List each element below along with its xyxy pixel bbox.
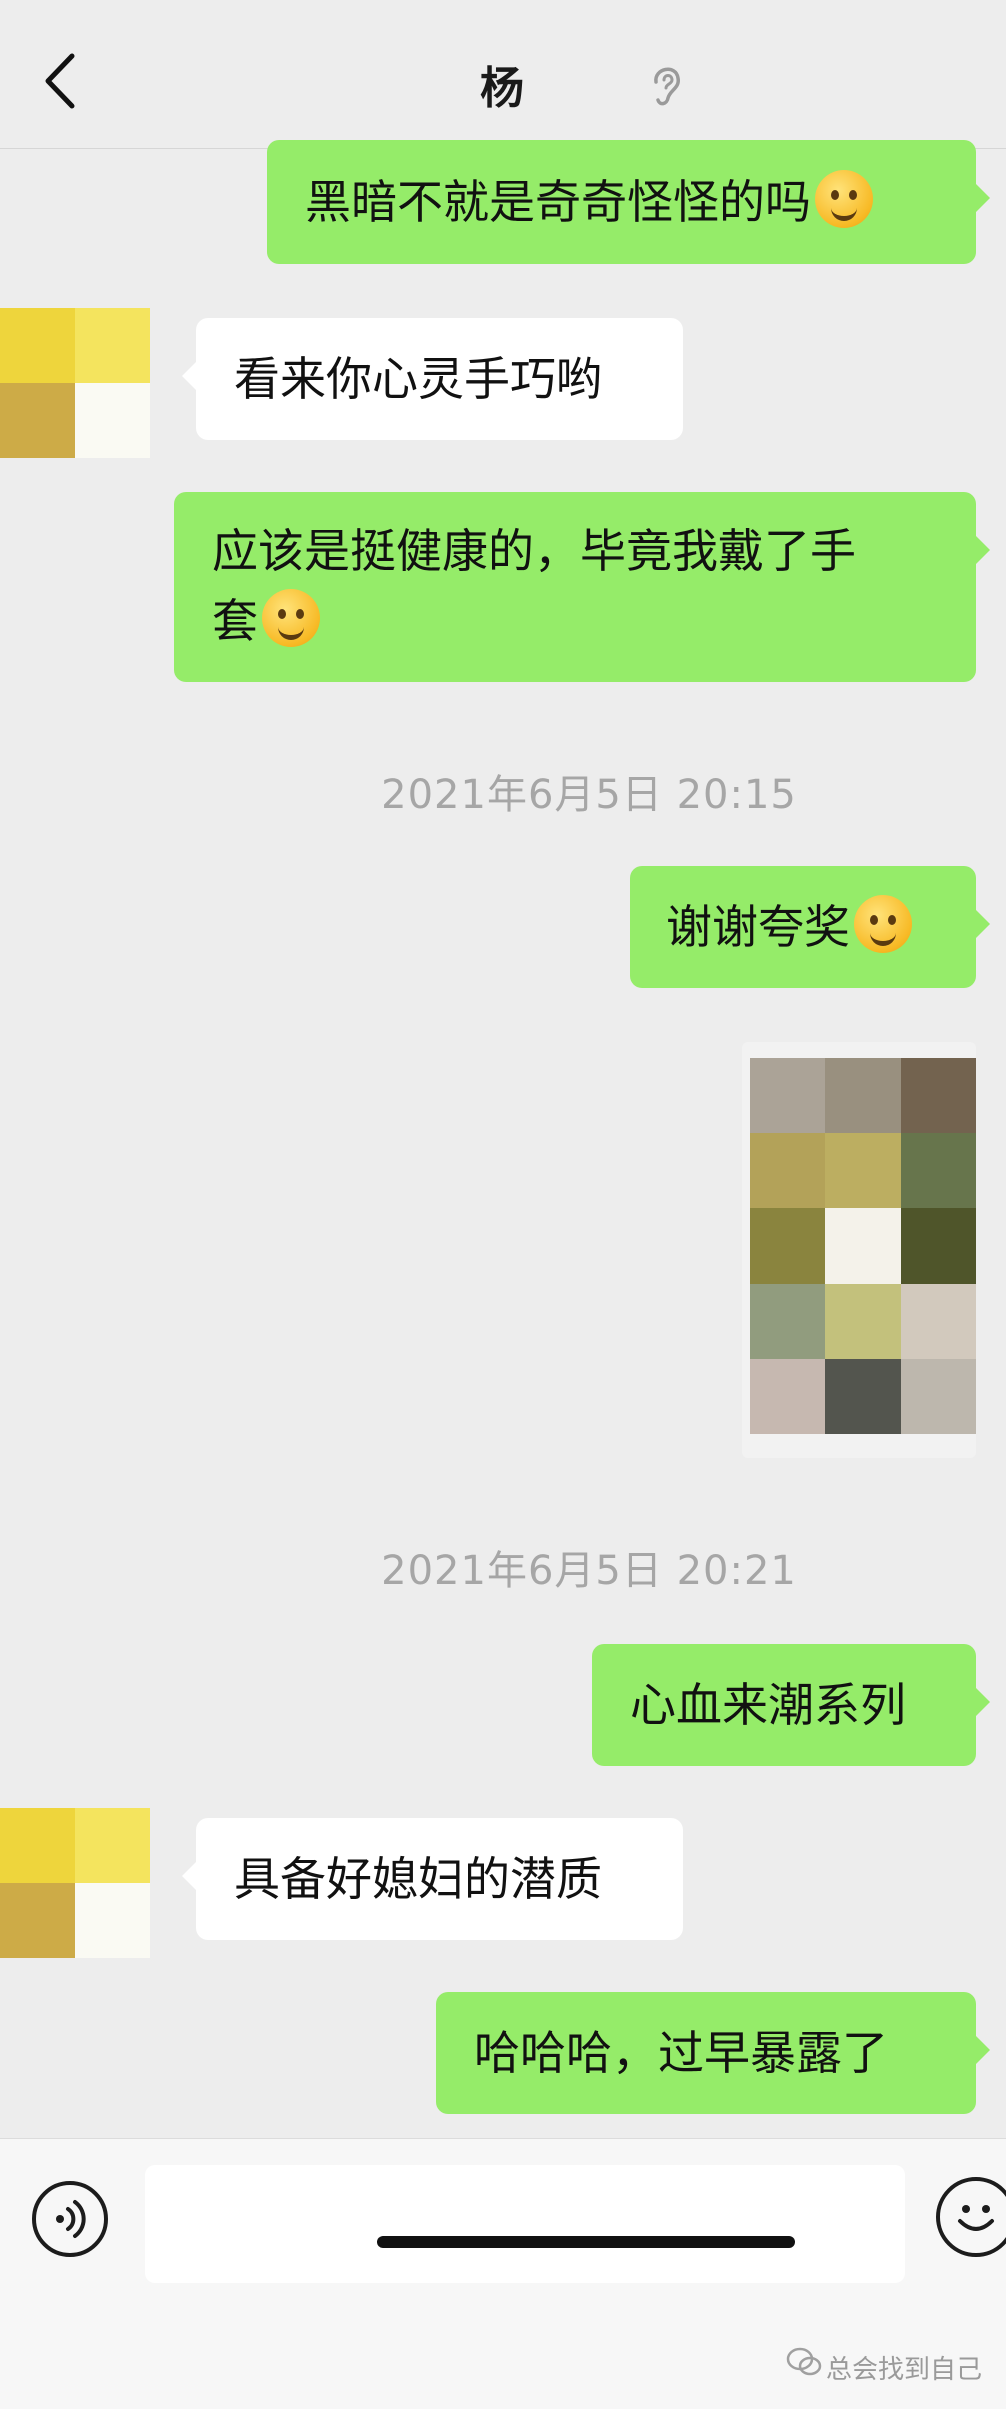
timestamp: 2021年6月5日 20:15: [381, 772, 797, 818]
message-bubble-received[interactable]: 具备好媳妇的潜质: [182, 1818, 683, 1940]
emoji-icon: [958, 2205, 994, 2231]
message-text: 哈哈哈，过早暴露了: [474, 2026, 888, 2080]
tears-of-joy-emoji-icon: [815, 170, 873, 228]
message-text: 心血来潮系列: [630, 1678, 906, 1732]
photo-pixel: [825, 1358, 901, 1434]
message-text: 看来你心灵手巧哟: [234, 352, 602, 406]
message-text: 黑暗不就是奇奇怪怪的吗: [305, 175, 811, 229]
ear-icon: [654, 67, 680, 106]
avatar-pixel: [75, 1883, 150, 1958]
avatar-pixel: [0, 1808, 75, 1883]
pixelated-photo: [750, 1058, 976, 1434]
message-text: 具备好媳妇的潜质: [234, 1852, 602, 1906]
avatar-pixel: [0, 308, 75, 383]
photo-pixel: [900, 1283, 976, 1359]
message-bubble-sent[interactable]: 心血来潮系列: [592, 1644, 990, 1766]
message-bubble-received[interactable]: 看来你心灵手巧哟: [182, 318, 683, 440]
message-bubble-sent[interactable]: 黑暗不就是奇奇怪怪的吗: [267, 140, 990, 264]
avatar-pixel: [0, 383, 75, 458]
watermark-text: 总会找到自己: [826, 2355, 983, 2385]
message-input[interactable]: [145, 2165, 905, 2283]
emoji-button[interactable]: [936, 2177, 1006, 2257]
photo-pixel: [825, 1133, 901, 1209]
home-indicator[interactable]: [377, 2236, 795, 2248]
chat-title: 杨: [480, 63, 526, 114]
wechat-logo-icon: [786, 2347, 822, 2376]
timestamp: 2021年6月5日 20:21: [381, 1548, 797, 1594]
voice-icon: [56, 2200, 86, 2238]
photo-pixel: [900, 1208, 976, 1284]
input-bar: 总会找到自己: [0, 2138, 1006, 2409]
avatar-pixel: [75, 1808, 150, 1883]
watermark: 总会找到自己: [786, 2347, 983, 2386]
chat-header: 杨: [0, 0, 1006, 149]
photo-pixel: [900, 1133, 976, 1209]
grinning-squint-emoji-icon: [854, 895, 912, 953]
photo-pixel: [750, 1058, 826, 1134]
message-bubble-sent[interactable]: 应该是挺健康的，毕竟我戴了手 套: [174, 492, 990, 682]
winking-tongue-emoji-icon: [262, 589, 320, 647]
photo-pixel: [750, 1208, 826, 1284]
message-text-line: 应该是挺健康的，毕竟我戴了手: [212, 524, 856, 578]
message-text-line: 套: [212, 594, 258, 648]
photo-pixel: [750, 1358, 826, 1434]
photo-message[interactable]: [742, 1042, 976, 1458]
avatar-pixel: [0, 1883, 75, 1958]
message-bubble-sent[interactable]: 谢谢夸奖: [630, 866, 990, 988]
message-text: 谢谢夸奖: [666, 900, 850, 954]
voice-button[interactable]: [32, 2181, 108, 2257]
photo-pixel: [825, 1058, 901, 1134]
photo-pixel: [825, 1208, 901, 1284]
message-bubble-sent[interactable]: 哈哈哈，过早暴露了: [436, 1992, 990, 2114]
avatar[interactable]: [0, 1808, 150, 1958]
avatar[interactable]: [0, 308, 150, 458]
photo-pixel: [750, 1133, 826, 1209]
photo-pixel: [900, 1358, 976, 1434]
photo-pixel: [825, 1283, 901, 1359]
photo-pixel: [900, 1058, 976, 1134]
avatar-pixel: [75, 308, 150, 383]
photo-pixel: [750, 1283, 826, 1359]
avatar-pixel: [75, 383, 150, 458]
